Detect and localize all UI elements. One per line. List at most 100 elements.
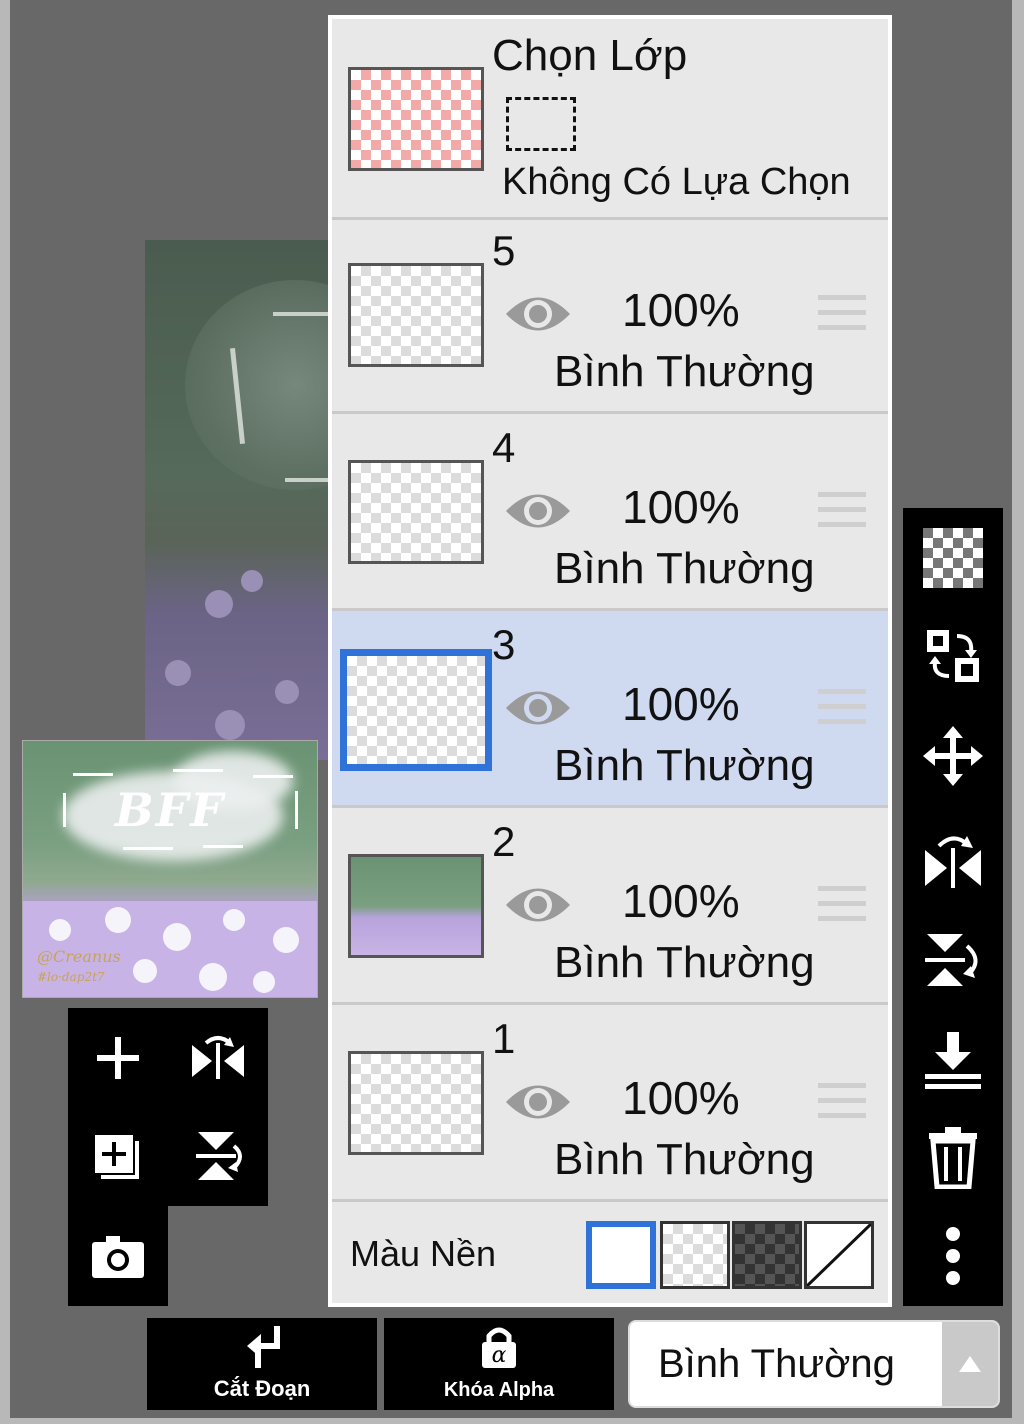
preview-frame-line — [253, 775, 293, 778]
preview-flower — [105, 907, 131, 933]
alpha-lock-label: Khóa Alpha — [443, 1379, 555, 1401]
background-swatch-white[interactable] — [586, 1221, 656, 1289]
layer-row-4[interactable]: 4 100% Bình Thường — [332, 414, 888, 611]
move-icon — [923, 726, 983, 786]
background-swatch-none[interactable] — [804, 1221, 874, 1289]
layer-row-5[interactable]: 5 100% Bình Thường — [332, 217, 888, 414]
flip-horizontal-icon — [925, 836, 981, 888]
add-layer-icon — [93, 1133, 141, 1181]
merge-down-button[interactable] — [913, 1020, 993, 1100]
move-layer-button[interactable] — [913, 716, 993, 796]
layer-blend-mode: Bình Thường — [554, 544, 815, 593]
delete-layer-button[interactable] — [913, 1118, 993, 1198]
selection-marquee-icon — [506, 97, 576, 151]
eye-icon[interactable] — [504, 878, 572, 932]
selection-layer-row[interactable]: Chọn Lớp Không Có Lựa Chọn — [332, 19, 888, 220]
swap-layer-button[interactable] — [913, 616, 993, 696]
layer-number: 2 — [492, 818, 516, 865]
layer-row-1[interactable]: 1 100% Bình Thường — [332, 1005, 888, 1202]
canvas[interactable] — [145, 240, 335, 760]
layer-thumbnail — [340, 649, 492, 771]
preview-frame-line — [123, 847, 173, 850]
preview-frame-line — [173, 769, 223, 772]
plus-icon — [97, 1037, 139, 1079]
eye-icon[interactable] — [504, 1075, 572, 1129]
canvas-flower — [215, 710, 245, 740]
canvas-flower — [205, 590, 233, 618]
preview-title: BFF — [114, 783, 226, 837]
layer-blend-mode: Bình Thường — [554, 938, 815, 987]
layer-number: 4 — [492, 424, 516, 471]
layer-thumbnail — [348, 854, 484, 958]
more-options-button[interactable] — [913, 1216, 993, 1296]
drag-handle-icon[interactable] — [818, 689, 866, 729]
flip-vertical-icon — [925, 934, 978, 986]
camera-icon — [92, 1236, 144, 1278]
import-photo-button[interactable] — [78, 1216, 158, 1296]
selection-thumbnail — [348, 67, 484, 171]
alpha-lock-button[interactable]: α Khóa Alpha — [384, 1318, 614, 1410]
layer-blend-mode: Bình Thường — [554, 1135, 815, 1184]
eye-icon[interactable] — [504, 287, 572, 341]
trash-icon — [929, 1127, 977, 1189]
layer-opacity: 100% — [622, 678, 740, 730]
background-swatch-transparent[interactable] — [660, 1221, 730, 1289]
clipping-button[interactable]: Cắt Đoạn — [147, 1318, 377, 1410]
layer-opacity: 100% — [622, 875, 740, 927]
swap-icon — [927, 630, 979, 682]
signature-line: @Creanus — [37, 947, 121, 966]
right-edge — [1012, 0, 1024, 1424]
layer-row-3[interactable]: 3 100% Bình Thường — [332, 611, 888, 808]
background-color-row: Màu Nền — [332, 1205, 888, 1305]
layer-opacity: 100% — [622, 481, 740, 533]
preview-flower — [273, 927, 299, 953]
preview-flower — [133, 959, 157, 983]
preview-flower — [199, 963, 227, 991]
preview-frame-line — [73, 773, 113, 776]
flip-canvas-horizontal-button[interactable] — [178, 1018, 258, 1098]
preview-flower — [163, 923, 191, 951]
bottom-edge — [0, 1418, 1024, 1424]
preview-frame-line — [203, 845, 243, 848]
clipping-label: Cắt Đoạn — [213, 1376, 311, 1401]
flip-canvas-vertical-button[interactable] — [178, 1116, 258, 1196]
drag-handle-icon[interactable] — [818, 1083, 866, 1123]
svg-text:α: α — [492, 1343, 507, 1368]
layer-thumbnail — [348, 263, 484, 367]
layer-opacity: 100% — [622, 284, 740, 336]
eye-icon[interactable] — [504, 681, 572, 735]
drag-handle-icon[interactable] — [818, 295, 866, 335]
preview-flower — [223, 909, 245, 931]
canvas-preview[interactable]: BFF @Creanus #lo·dap2t7 — [22, 740, 318, 998]
duplicate-layer-button[interactable] — [78, 1116, 158, 1196]
layer-thumbnail — [348, 1051, 484, 1155]
flip-layer-horizontal-button[interactable] — [913, 820, 993, 900]
flip-horizontal-icon — [192, 1036, 244, 1079]
drag-handle-icon[interactable] — [818, 886, 866, 926]
preview-signature: @Creanus #lo·dap2t7 — [37, 947, 121, 987]
preview-flower — [253, 971, 275, 993]
layer-number: 3 — [492, 621, 516, 668]
layer-row-2[interactable]: 2 100% Bình Thường — [332, 808, 888, 1005]
blend-mode-select[interactable]: Bình Thường — [628, 1320, 1000, 1408]
layer-blend-mode: Bình Thường — [554, 347, 815, 396]
drag-handle-icon[interactable] — [818, 492, 866, 532]
selection-status: Không Có Lựa Chọn — [502, 161, 851, 203]
selection-title: Chọn Lớp — [492, 31, 688, 80]
add-layer-button[interactable] — [78, 1018, 158, 1098]
layer-blend-mode: Bình Thường — [554, 741, 815, 790]
layer-thumbnail — [348, 460, 484, 564]
background-swatch-dark[interactable] — [732, 1221, 802, 1289]
background-color-label: Màu Nền — [350, 1233, 497, 1274]
eye-icon[interactable] — [504, 484, 572, 538]
canvas-flower — [165, 660, 191, 686]
chevron-up-icon[interactable] — [942, 1322, 998, 1406]
layer-opacity: 100% — [622, 1072, 740, 1124]
transparent-fill-button[interactable] — [913, 518, 993, 598]
checker-icon — [923, 528, 983, 588]
more-icon — [946, 1227, 960, 1285]
canvas-flower — [241, 570, 263, 592]
canvas-flower — [275, 680, 299, 704]
flip-layer-vertical-button[interactable] — [913, 920, 993, 1000]
blend-mode-value: Bình Thường — [658, 1342, 895, 1386]
